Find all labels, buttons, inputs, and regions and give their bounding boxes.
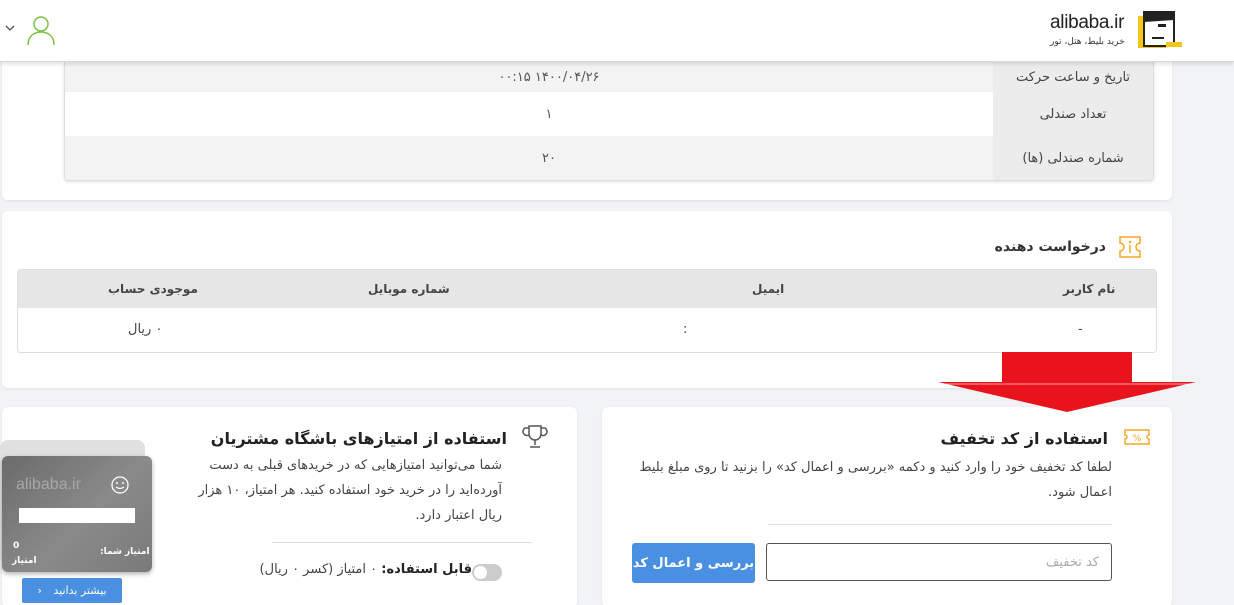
detail-label: تعداد صندلی (993, 92, 1153, 136)
score-label: امتیاز شما: (100, 547, 150, 557)
divider (272, 542, 532, 543)
usable-value: ۰ امتیاز (کسر ۰ ریال) (259, 562, 378, 577)
discount-code-input[interactable] (766, 543, 1112, 581)
col-email: ایمیل (752, 282, 785, 296)
table-row: - : ۰ ریال (18, 308, 1156, 352)
detail-value: ۲۰ (542, 150, 556, 166)
discount-ticket-icon: % (1124, 429, 1150, 445)
top-header: alibaba.ir خرید بلیط، هتل، تور (0, 0, 1234, 62)
trip-details-card: تاریخ و ساعت حرکت ۱۴۰۰/۰۴/۲۶ ۰۰:۱۵ تعداد… (2, 40, 1172, 200)
smiley-icon (111, 476, 129, 494)
usable-label: قابل استفاده: (381, 562, 472, 577)
apply-discount-button[interactable]: بررسی و اعمال کد (632, 543, 755, 583)
club-title: استفاده از امتیازهای باشگاه مشتریان (210, 429, 507, 448)
discount-card: % استفاده از کد تخفیف لطفا کد تخفیف خود … (602, 407, 1172, 605)
learn-more-label: بیشتر بدانید (53, 584, 107, 597)
cell-username: - (1078, 322, 1083, 337)
col-username: نام کاربر (1063, 282, 1116, 296)
club-description: شما می‌توانید امتیازهایی که در خریدهای ق… (198, 458, 502, 523)
detail-value: ۱ (545, 106, 553, 122)
logo-text: alibaba.ir (1050, 12, 1125, 33)
col-mobile: شماره موبایل (368, 282, 450, 296)
membership-card: alibaba.ir امتیاز شما: 0 امتیاز (2, 456, 152, 572)
detail-label: شماره صندلی (ها) (993, 136, 1153, 180)
requester-title: درخواست دهنده (994, 239, 1106, 255)
svg-text:%: % (1133, 434, 1142, 444)
detail-row-seat-number: شماره صندلی (ها) ۲۰ (65, 136, 1153, 180)
score-value: 0 (13, 541, 20, 551)
divider (768, 524, 1112, 525)
usable-points: قابل استفاده: ۰ امتیاز (کسر ۰ ریال) (260, 562, 472, 577)
card-name-bar (19, 508, 135, 523)
discount-description: لطفا کد تخفیف خود را وارد کنید و دکمه «ب… (639, 460, 1112, 500)
card-logo: alibaba.ir (16, 476, 81, 493)
cell-balance: ۰ ریال (128, 322, 163, 337)
detail-row-departure: تاریخ و ساعت حرکت ۱۴۰۰/۰۴/۲۶ ۰۰:۱۵ (65, 62, 1153, 92)
score-unit: امتیاز (12, 556, 37, 566)
requester-table-header: نام کاربر ایمیل شماره موبایل موجودی حساب (18, 270, 1156, 308)
requester-table: نام کاربر ایمیل شماره موبایل موجودی حساب… (17, 269, 1157, 353)
red-arrow-annotation (938, 352, 1196, 412)
cell-email: : (683, 322, 688, 337)
trip-details-table: تاریخ و ساعت حرکت ۱۴۰۰/۰۴/۲۶ ۰۰:۱۵ تعداد… (64, 62, 1154, 181)
detail-row-seat-count: تعداد صندلی ۱ (65, 92, 1153, 136)
use-points-toggle[interactable] (472, 564, 502, 581)
discount-title: استفاده از کد تخفیف (940, 429, 1108, 448)
detail-label: تاریخ و ساعت حرکت (993, 62, 1153, 92)
learn-more-button[interactable]: بیشتر بدانید ‹ (22, 578, 122, 603)
logo-subtitle: خرید بلیط، هتل، تور (1050, 37, 1125, 47)
alibaba-mascot-icon (1138, 11, 1182, 48)
chevron-left-icon: ‹ (37, 584, 42, 597)
detail-value: ۱۴۰۰/۰۴/۲۶ ۰۰:۱۵ (498, 69, 600, 85)
col-balance: موجودی حساب (108, 282, 198, 296)
trophy-icon (522, 425, 548, 448)
info-badge-icon (1119, 236, 1141, 258)
user-profile-icon[interactable] (26, 14, 56, 46)
alibaba-logo[interactable]: alibaba.ir خرید بلیط، هتل، تور (1050, 10, 1185, 52)
chevron-down-icon[interactable] (4, 22, 16, 34)
